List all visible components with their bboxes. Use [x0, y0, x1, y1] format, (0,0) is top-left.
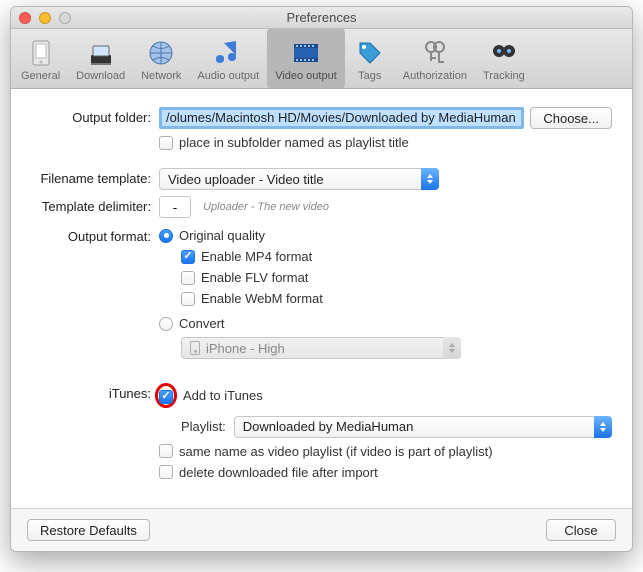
- convert-radio[interactable]: Convert: [159, 316, 612, 331]
- tab-label: Download: [76, 70, 125, 82]
- playlist-label: Playlist:: [181, 419, 226, 434]
- preferences-toolbar: General Download Network Audio output Vi: [11, 29, 632, 89]
- enable-mp4-checkbox[interactable]: Enable MP4 format: [181, 249, 612, 264]
- checkbox-box: [159, 444, 173, 458]
- content-area: Output folder: /olumes/Macintosh HD/Movi…: [11, 89, 632, 508]
- add-to-itunes-checkbox[interactable]: Add to iTunes: [159, 383, 612, 408]
- tab-network[interactable]: Network: [133, 29, 189, 88]
- checkbox-box: [181, 292, 195, 306]
- window-title: Preferences: [11, 10, 632, 25]
- audio-output-icon: [212, 37, 244, 69]
- filename-template-select[interactable]: Video uploader - Video title: [159, 168, 439, 190]
- output-format-label: Output format:: [31, 226, 159, 244]
- checkbox-label: Enable MP4 format: [201, 249, 312, 264]
- place-subfolder-checkbox[interactable]: place in subfolder named as playlist tit…: [159, 135, 612, 150]
- choose-folder-button[interactable]: Choose...: [530, 107, 612, 129]
- tab-authorization[interactable]: Authorization: [395, 29, 475, 88]
- tab-audio-output[interactable]: Audio output: [189, 29, 267, 88]
- general-icon: [25, 37, 57, 69]
- checkbox-box: [181, 271, 195, 285]
- output-folder-label: Output folder:: [31, 107, 159, 125]
- video-output-icon: [290, 37, 322, 69]
- tracking-icon: [488, 37, 520, 69]
- select-value: iPhone - High: [206, 341, 285, 356]
- tab-label: General: [21, 70, 60, 82]
- tags-icon: [354, 37, 386, 69]
- checkbox-label: Add to iTunes: [183, 388, 263, 403]
- checkbox-label: Enable FLV format: [201, 270, 308, 285]
- tab-download[interactable]: Download: [68, 29, 133, 88]
- select-value: Video uploader - Video title: [168, 172, 324, 187]
- convert-preset-select: iPhone - High: [181, 337, 461, 359]
- playlist-select[interactable]: Downloaded by MediaHuman: [234, 416, 612, 438]
- checkbox-label: place in subfolder named as playlist tit…: [179, 135, 409, 150]
- tab-label: Video output: [275, 70, 337, 82]
- template-delimiter-label: Template delimiter:: [31, 196, 159, 214]
- footer: Restore Defaults Close: [11, 508, 632, 551]
- template-delimiter-field[interactable]: [159, 196, 191, 218]
- radio-dot: [159, 317, 173, 331]
- tab-tracking[interactable]: Tracking: [475, 29, 533, 88]
- checkbox-label: same name as video playlist (if video is…: [179, 444, 493, 459]
- phone-icon: [190, 341, 200, 355]
- tab-label: Audio output: [197, 70, 259, 82]
- enable-flv-checkbox[interactable]: Enable FLV format: [181, 270, 612, 285]
- restore-defaults-button[interactable]: Restore Defaults: [27, 519, 150, 541]
- delete-after-import-checkbox[interactable]: delete downloaded file after import: [159, 465, 612, 480]
- checkbox-box: [181, 250, 195, 264]
- authorization-icon: [419, 37, 451, 69]
- download-icon: [85, 37, 117, 69]
- template-delimiter-hint: Uploader - The new video: [203, 201, 329, 213]
- select-value: Downloaded by MediaHuman: [243, 419, 414, 434]
- original-quality-radio[interactable]: Original quality: [159, 228, 612, 243]
- same-name-checkbox[interactable]: same name as video playlist (if video is…: [159, 444, 612, 459]
- select-arrows-icon: [421, 168, 439, 190]
- preferences-window: Preferences General Download Network: [10, 6, 633, 552]
- radio-dot: [159, 229, 173, 243]
- tab-tags[interactable]: Tags: [345, 29, 395, 88]
- enable-webm-checkbox[interactable]: Enable WebM format: [181, 291, 612, 306]
- highlight-ring: [155, 383, 177, 408]
- output-folder-field[interactable]: /olumes/Macintosh HD/Movies/Downloaded b…: [159, 107, 524, 129]
- tab-general[interactable]: General: [13, 29, 68, 88]
- itunes-label: iTunes:: [31, 383, 159, 401]
- tab-label: Tracking: [483, 70, 525, 82]
- tab-label: Tags: [358, 70, 381, 82]
- titlebar: Preferences: [11, 7, 632, 29]
- checkbox-label: Enable WebM format: [201, 291, 323, 306]
- tab-label: Authorization: [403, 70, 467, 82]
- radio-label: Convert: [179, 316, 225, 331]
- close-button[interactable]: Close: [546, 519, 616, 541]
- filename-template-label: Filename template:: [31, 168, 159, 186]
- tab-video-output[interactable]: Video output: [267, 29, 345, 88]
- checkbox-box: [159, 465, 173, 479]
- network-icon: [145, 37, 177, 69]
- select-arrows-icon: [443, 337, 461, 359]
- radio-label: Original quality: [179, 228, 265, 243]
- checkbox-box: [159, 390, 173, 404]
- checkbox-label: delete downloaded file after import: [179, 465, 378, 480]
- tab-label: Network: [141, 70, 181, 82]
- checkbox-box: [159, 136, 173, 150]
- select-arrows-icon: [594, 416, 612, 438]
